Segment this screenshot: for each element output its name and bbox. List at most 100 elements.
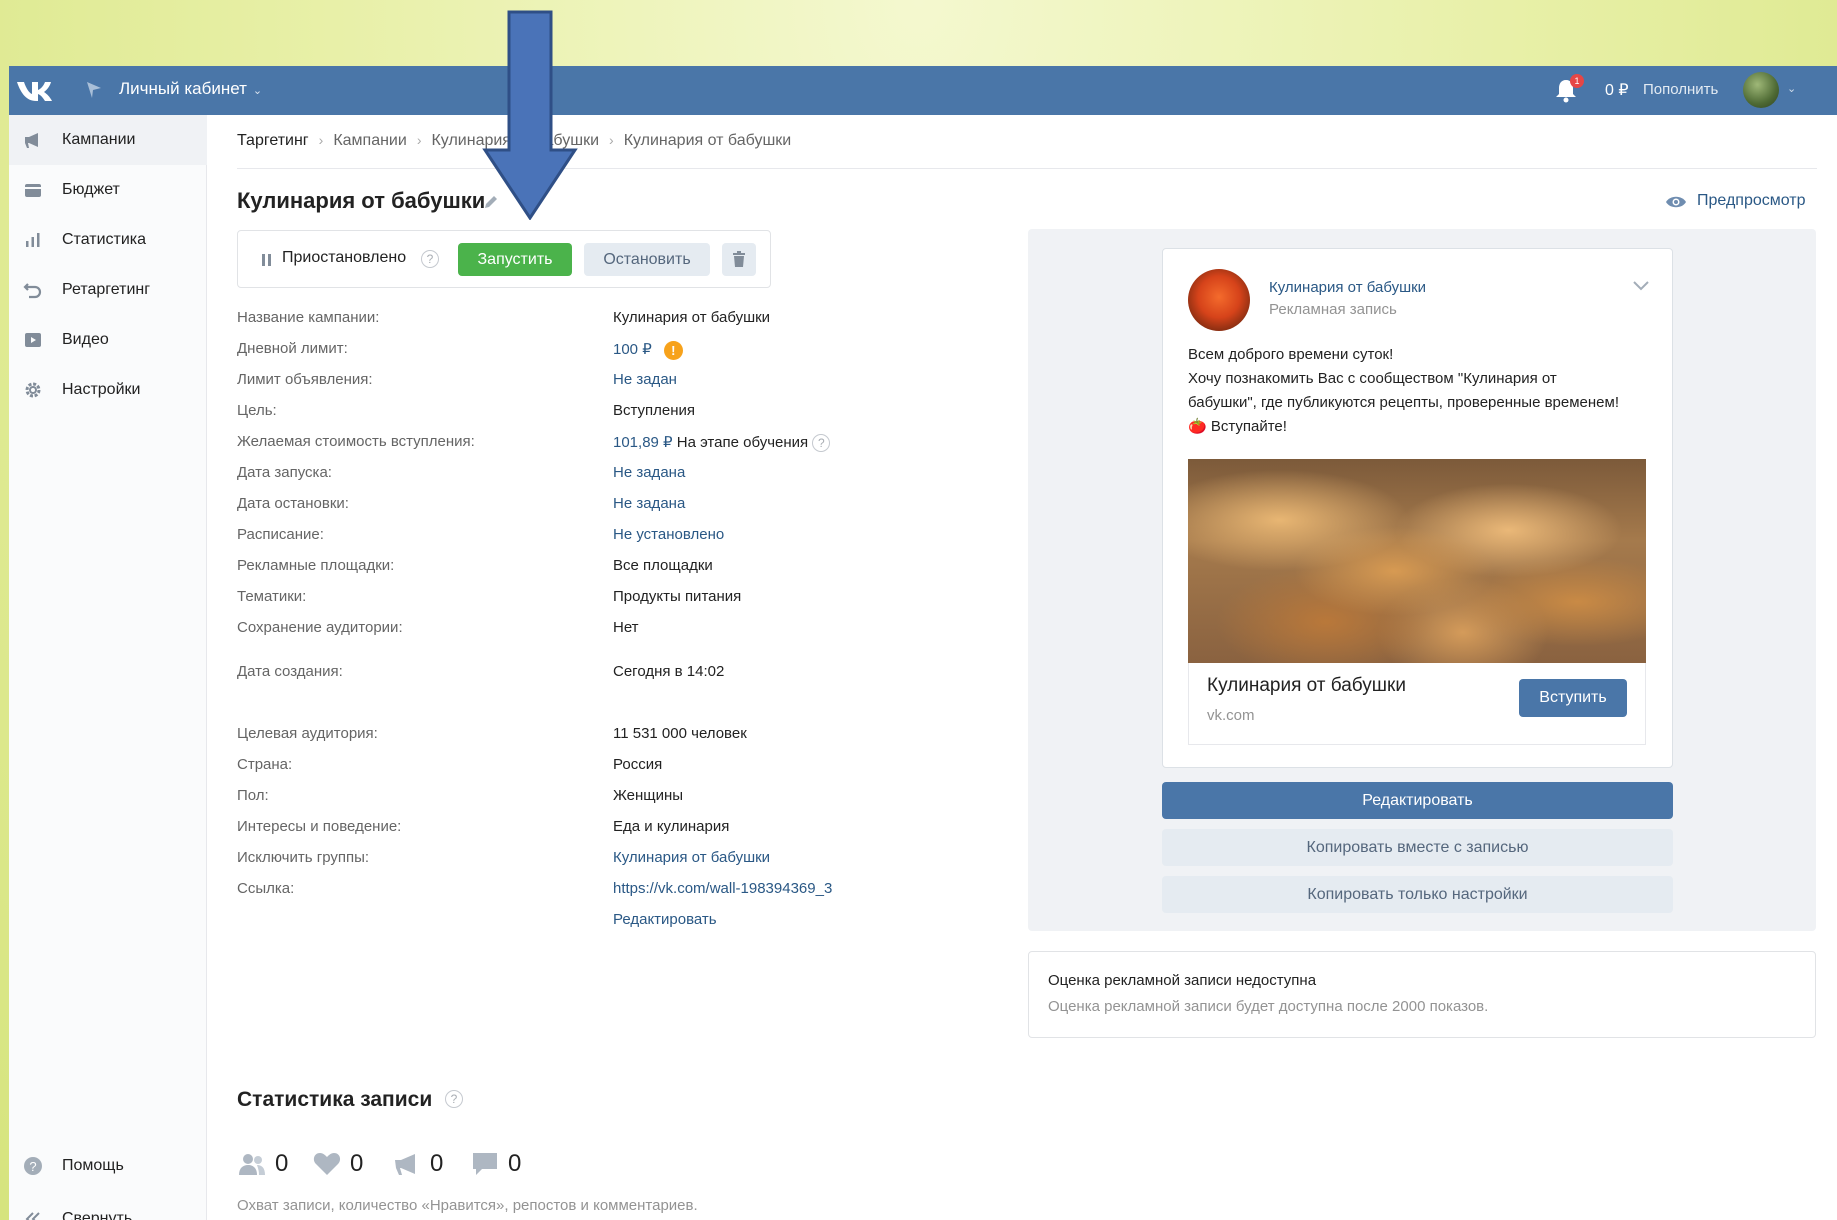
preview-link[interactable]: Предпросмотр: [1697, 192, 1806, 210]
pause-icon: [262, 254, 271, 266]
daily-limit-link[interactable]: 100 ₽: [613, 341, 652, 358]
warning-icon[interactable]: !: [663, 340, 683, 360]
ad-post-card: Кулинария от бабушки Рекламная запись Вс…: [1162, 248, 1673, 768]
chevron-right-icon: ›: [416, 132, 422, 148]
property-value: Вступления: [613, 402, 696, 419]
retarget-icon: [23, 283, 42, 299]
property-key: Рекламные площадки:: [237, 557, 395, 574]
edit-link[interactable]: Редактировать: [613, 911, 717, 928]
property-value[interactable]: Кулинария от бабушки: [613, 849, 770, 866]
sidebar-item-settings[interactable]: Настройки: [9, 365, 207, 415]
avatar[interactable]: [1188, 269, 1250, 331]
property-key: Дата запуска:: [237, 464, 332, 481]
copy-settings-button[interactable]: Копировать только настройки: [1162, 876, 1673, 913]
property-value: Нет: [613, 619, 639, 636]
chevron-down-icon[interactable]: ⌄: [1787, 82, 1796, 95]
property-value[interactable]: Не установлено: [613, 526, 724, 543]
sidebar-item-retargeting[interactable]: Ретаргетинг: [9, 265, 207, 315]
property-key: Страна:: [237, 756, 293, 773]
breadcrumb-item[interactable]: Кампании: [333, 132, 407, 150]
chevron-down-icon[interactable]: [1633, 281, 1649, 291]
status-text: Приостановлено: [282, 249, 407, 266]
bar-chart-icon: [26, 233, 40, 247]
help-icon[interactable]: ?: [421, 250, 439, 268]
sidebar-item-label: Настройки: [62, 381, 141, 398]
arrow-down-icon: [482, 10, 578, 220]
vk-logo-icon[interactable]: [15, 74, 57, 106]
chevron-down-icon: ⌄: [252, 85, 263, 97]
sidebar: Кампании Бюджет Статистика Ретаргетинг В…: [9, 115, 207, 1220]
property-key: Исключить группы:: [237, 849, 370, 866]
property-value-group: 101,89 ₽ На этапе обучения ?: [613, 433, 831, 452]
rating-subtitle: Оценка рекламной записи будет доступна п…: [1048, 998, 1489, 1015]
heart-icon: [313, 1153, 341, 1175]
stat-value: 0: [430, 1150, 444, 1177]
property-value: 11 531 000 человек: [613, 725, 747, 742]
rating-title: Оценка рекламной записи недоступна: [1048, 972, 1317, 989]
stats-caption: Охват записи, количество «Нравится», реп…: [237, 1197, 698, 1214]
property-key: Пол:: [237, 787, 269, 804]
sidebar-item-budget[interactable]: Бюджет: [9, 165, 207, 215]
chevron-right-icon: ›: [318, 132, 324, 148]
property-key: Дата остановки:: [237, 495, 349, 512]
sidebar-collapse[interactable]: Свернуть: [9, 1194, 207, 1220]
property-value[interactable]: https://vk.com/wall-198394369_3: [613, 880, 832, 897]
help-icon: ?: [24, 1157, 42, 1175]
sidebar-item-label: Бюджет: [62, 181, 120, 198]
copy-with-post-button[interactable]: Копировать вместе с записью: [1162, 829, 1673, 866]
property-key: Дата создания:: [237, 663, 343, 680]
breadcrumb-item: Кулинария от бабушки: [623, 132, 792, 149]
top-bar: Личный кабинет ⌄ 1 0 ₽ Пополнить ⌄: [9, 66, 1837, 115]
vk-ads-window: Личный кабинет ⌄ 1 0 ₽ Пополнить ⌄ Кампан…: [9, 66, 1837, 1220]
stop-button[interactable]: Остановить: [584, 243, 710, 276]
sidebar-item-statistics[interactable]: Статистика: [9, 215, 207, 265]
property-key: Сохранение аудитории:: [237, 619, 403, 636]
delete-button[interactable]: [722, 243, 756, 276]
property-key: Ссылка:: [237, 880, 295, 897]
sidebar-item-label: Кампании: [62, 131, 136, 148]
post-text-line: Всем доброго времени суток!: [1188, 346, 1394, 363]
sidebar-item-help[interactable]: ? Помощь: [9, 1141, 207, 1191]
post-link-snippet[interactable]: Кулинария от бабушки vk.com Вступить: [1188, 663, 1646, 745]
post-image[interactable]: [1188, 459, 1646, 663]
rating-notice: Оценка рекламной записи недоступна Оценк…: [1028, 951, 1816, 1038]
property-value[interactable]: Не задан: [613, 371, 677, 388]
property-key: Цель:: [237, 402, 277, 419]
help-icon[interactable]: ?: [445, 1090, 463, 1108]
property-value: Все площадки: [613, 557, 713, 574]
post-author[interactable]: Кулинария от бабушки: [1269, 279, 1426, 296]
join-button[interactable]: Вступить: [1519, 679, 1627, 717]
stat-likes: 0: [312, 1150, 363, 1177]
sidebar-item-campaigns[interactable]: Кампании: [9, 115, 207, 165]
edit-button[interactable]: Редактировать: [1162, 782, 1673, 819]
sidebar-item-video[interactable]: Видео: [9, 315, 207, 365]
page-title: Кулинария от бабушки: [237, 188, 486, 213]
sidebar-item-label: Видео: [62, 331, 109, 348]
double-chevron-left-icon: [25, 1212, 40, 1220]
cabinet-dropdown[interactable]: Личный кабинет ⌄: [119, 79, 262, 99]
property-value: Женщины: [613, 787, 684, 804]
property-key: Тематики:: [237, 588, 307, 605]
flag-icon: [87, 82, 101, 98]
property-key: Название кампании:: [237, 309, 380, 326]
link-title: Кулинария от бабушки: [1207, 675, 1406, 696]
gear-icon: [25, 382, 41, 398]
property-key: Желаемая стоимость вступления:: [237, 433, 475, 450]
property-value: Россия: [613, 756, 663, 773]
start-button[interactable]: Запустить: [458, 243, 572, 276]
avatar[interactable]: [1743, 72, 1779, 108]
property-value[interactable]: Не задана: [613, 495, 685, 512]
stat-comments: 0: [470, 1150, 521, 1177]
property-value[interactable]: Не задана: [613, 464, 685, 481]
desired-cost-link[interactable]: 101,89 ₽: [613, 434, 673, 451]
help-icon[interactable]: ?: [812, 434, 831, 452]
trash-icon: [733, 251, 745, 267]
breadcrumb-item[interactable]: Таргетинг: [237, 132, 309, 150]
property-value-group: 100 ₽!: [613, 340, 683, 360]
property-key: Расписание:: [237, 526, 324, 543]
notification-badge: 1: [1570, 74, 1584, 88]
sidebar-item-label: Статистика: [62, 231, 147, 248]
topup-link[interactable]: Пополнить: [1643, 81, 1718, 98]
property-key: Целевая аудитория:: [237, 725, 378, 742]
post-subtitle: Рекламная запись: [1269, 301, 1397, 318]
